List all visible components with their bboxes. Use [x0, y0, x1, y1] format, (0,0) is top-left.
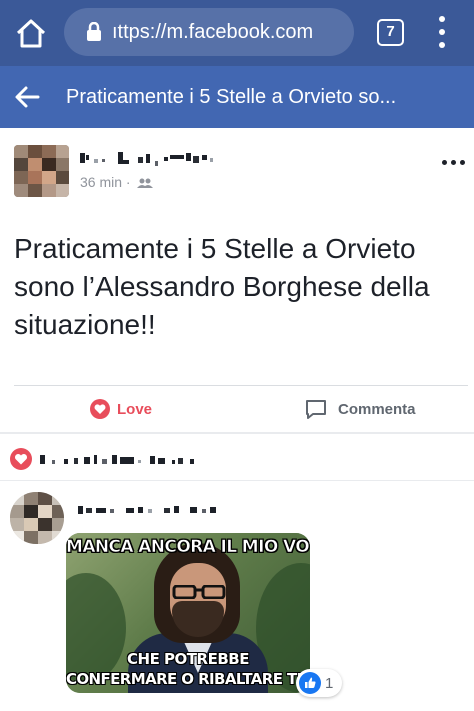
more-options-icon[interactable]: [442, 160, 466, 168]
address-bar[interactable]: ıttps://m.facebook.com: [64, 8, 354, 56]
divider: [0, 480, 474, 481]
lock-icon: [87, 22, 101, 41]
author-avatar[interactable]: [14, 145, 69, 197]
love-label: Love: [117, 400, 153, 418]
reactor-names-redacted: [40, 455, 194, 464]
browser-menu-icon[interactable]: [432, 14, 452, 50]
post-body: Praticamente i 5 Stelle a Orvieto sono l…: [14, 233, 430, 340]
post-actions: Love Commenta: [0, 386, 474, 432]
author-name-redacted[interactable]: [80, 150, 240, 168]
meme-top-caption: MANCA ANCORA IL MIO VOTO: [66, 537, 310, 558]
heart-reaction-icon: [10, 448, 32, 470]
url-text: ıttps://m.facebook.com: [112, 21, 314, 43]
meme-image[interactable]: MANCA ANCORA IL MIO VOTO CHE POTREBBE CO…: [66, 533, 310, 693]
tab-switcher-button[interactable]: 7: [377, 19, 404, 46]
page-header: Praticamente i 5 Stelle a Orvieto so...: [0, 66, 474, 128]
back-arrow-icon[interactable]: [14, 84, 40, 110]
meme-bottom-caption-line1: CHE POTREBBE: [127, 650, 249, 668]
like-count: 1: [325, 674, 334, 692]
meme-bottom-caption-line2: CONFERMARE O RIBALTARE TUTTI: [66, 670, 310, 688]
browser-toolbar: ıttps://m.facebook.com 7: [0, 0, 474, 66]
home-icon[interactable]: [14, 16, 48, 50]
heart-icon: [90, 399, 110, 419]
love-button[interactable]: Love: [90, 396, 152, 422]
glasses-shape: [172, 585, 226, 599]
speech-bubble-icon: [306, 400, 326, 419]
page-title: Praticamente i 5 Stelle a Orvieto so...: [66, 86, 397, 108]
friends-icon: [137, 178, 154, 189]
thumbs-up-icon: [299, 672, 321, 694]
post-time[interactable]: 36 min ·: [80, 174, 131, 190]
comment-button[interactable]: Commenta: [304, 396, 416, 422]
comment-label: Commenta: [338, 400, 416, 418]
like-count-row: 1: [298, 670, 333, 696]
commenter-name-redacted[interactable]: [78, 502, 238, 516]
commenter-avatar[interactable]: [10, 492, 64, 544]
divider: [0, 432, 474, 434]
reactions-summary[interactable]: [10, 446, 290, 472]
post-meta: 36 min ·: [80, 174, 154, 190]
